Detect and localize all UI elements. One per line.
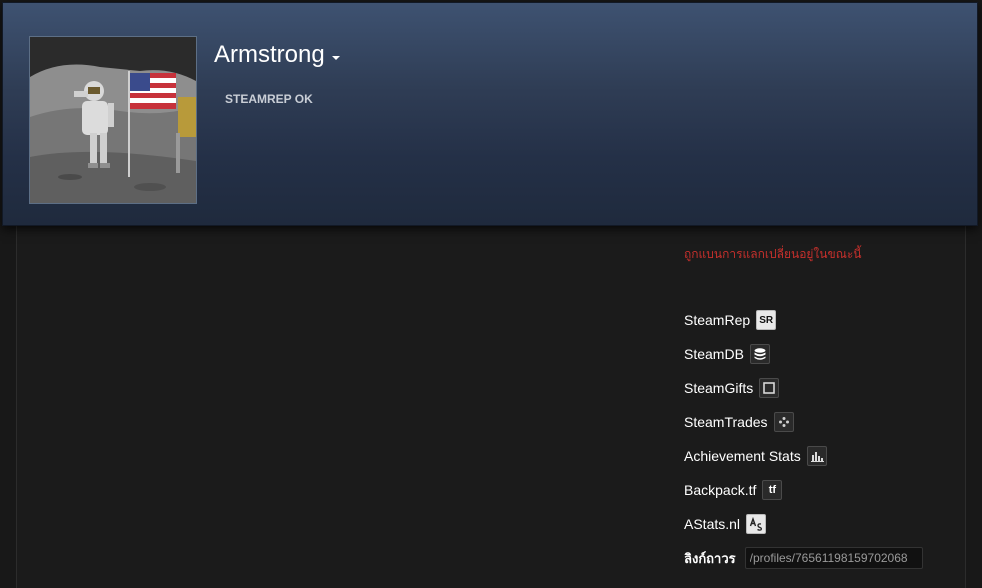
link-label[interactable]: SteamRep <box>684 312 750 328</box>
link-label[interactable]: Achievement Stats <box>684 448 801 464</box>
link-steamrep[interactable]: SteamRep SR <box>684 303 923 337</box>
astats-icon[interactable] <box>746 514 767 534</box>
link-achievement-stats[interactable]: Achievement Stats <box>684 439 923 473</box>
backpack-tf-icon-text: tf <box>768 484 777 496</box>
steamtrades-icon[interactable] <box>773 412 794 432</box>
profile-header: Armstrong STEAMREP OK <box>2 2 978 226</box>
chevron-down-icon <box>331 56 340 60</box>
profile-avatar[interactable] <box>29 36 197 204</box>
link-label[interactable]: AStats.nl <box>684 516 740 532</box>
steamgifts-icon[interactable] <box>759 378 780 398</box>
link-steamdb[interactable]: SteamDB <box>684 337 923 371</box>
achievement-stats-icon[interactable] <box>806 446 827 466</box>
steamrep-icon[interactable]: SR <box>756 310 777 330</box>
avatar-image <box>30 37 196 203</box>
backpack-tf-icon[interactable]: tf <box>762 480 783 500</box>
persona-name-dropdown[interactable]: Armstrong <box>214 41 340 69</box>
link-label[interactable]: SteamTrades <box>684 414 768 430</box>
permalink-label: ลิงก์ถาวร <box>684 550 736 566</box>
link-label[interactable]: Backpack.tf <box>684 482 756 498</box>
external-links-list: SteamRep SR SteamDB SteamGifts SteamTrad… <box>684 303 923 575</box>
link-steamgifts[interactable]: SteamGifts <box>684 371 923 405</box>
permalink-field[interactable] <box>744 547 923 569</box>
persona-name: Armstrong <box>214 41 325 68</box>
link-astats[interactable]: AStats.nl <box>684 507 923 541</box>
permalink-row: ลิงก์ถาวร <box>684 541 923 575</box>
steamdb-icon[interactable] <box>749 344 770 364</box>
steamrep-status-badge: STEAMREP OK <box>225 92 313 106</box>
link-label[interactable]: SteamDB <box>684 346 744 362</box>
trade-ban-notice: ถูกแบนการแลกเปลี่ยนอยู่ในขณะนี้ <box>684 247 862 261</box>
link-backpack-tf[interactable]: Backpack.tf tf <box>684 473 923 507</box>
link-steamtrades[interactable]: SteamTrades <box>684 405 923 439</box>
link-label[interactable]: SteamGifts <box>684 380 753 396</box>
steamrep-icon-text: SR <box>759 314 774 326</box>
